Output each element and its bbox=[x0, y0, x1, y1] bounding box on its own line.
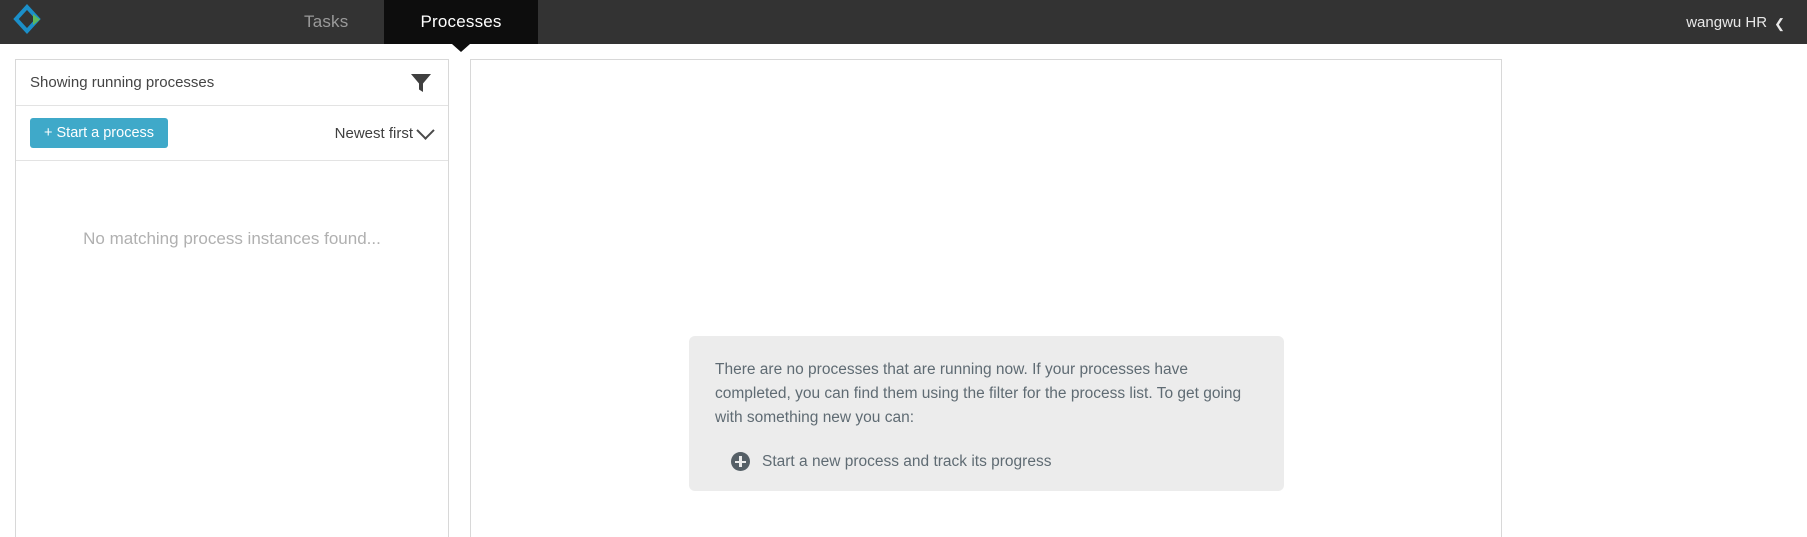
process-detail-panel: There are no processes that are running … bbox=[470, 59, 1502, 537]
chevron-down-icon: ❮ bbox=[1774, 15, 1785, 31]
process-list-panel: Showing running processes + Start a proc… bbox=[15, 59, 449, 537]
process-list-empty-message: No matching process instances found... bbox=[83, 229, 381, 248]
app-logo[interactable] bbox=[0, 0, 58, 44]
tab-processes-label: Processes bbox=[420, 12, 502, 31]
process-list-header: Showing running processes bbox=[16, 60, 448, 106]
main-tabs: Tasks Processes bbox=[268, 0, 538, 52]
empty-state-message-box: There are no processes that are running … bbox=[689, 336, 1284, 492]
sort-order-dropdown[interactable]: Newest first bbox=[334, 120, 435, 142]
user-menu-label: wangwu HR bbox=[1686, 13, 1768, 31]
tab-processes[interactable]: Processes bbox=[384, 0, 538, 52]
start-a-process-button[interactable]: + Start a process bbox=[30, 118, 169, 148]
diamond-logo-icon bbox=[13, 3, 45, 41]
sort-order-value: Newest first bbox=[334, 124, 413, 142]
tab-tasks[interactable]: Tasks bbox=[268, 0, 384, 44]
process-list-actions: + Start a process Newest first bbox=[16, 106, 448, 161]
funnel-filter-icon[interactable] bbox=[410, 73, 432, 93]
process-list-title: Showing running processes bbox=[30, 74, 215, 91]
user-menu[interactable]: wangwu HR ❮ bbox=[1686, 0, 1807, 44]
plus-circle-icon bbox=[731, 452, 750, 472]
tab-tasks-label: Tasks bbox=[304, 12, 349, 31]
empty-state-paragraph: There are no processes that are running … bbox=[715, 361, 1242, 427]
empty-state-suggestion-list: Start a new process and track its progre… bbox=[715, 452, 1258, 472]
top-navigation-bar: Tasks Processes wangwu HR ❮ bbox=[0, 0, 1807, 52]
chevron-down-icon bbox=[416, 120, 435, 140]
list-item[interactable]: Start a new process and track its progre… bbox=[715, 452, 1258, 472]
suggestion-label: Start a new process and track its progre… bbox=[762, 452, 1052, 470]
